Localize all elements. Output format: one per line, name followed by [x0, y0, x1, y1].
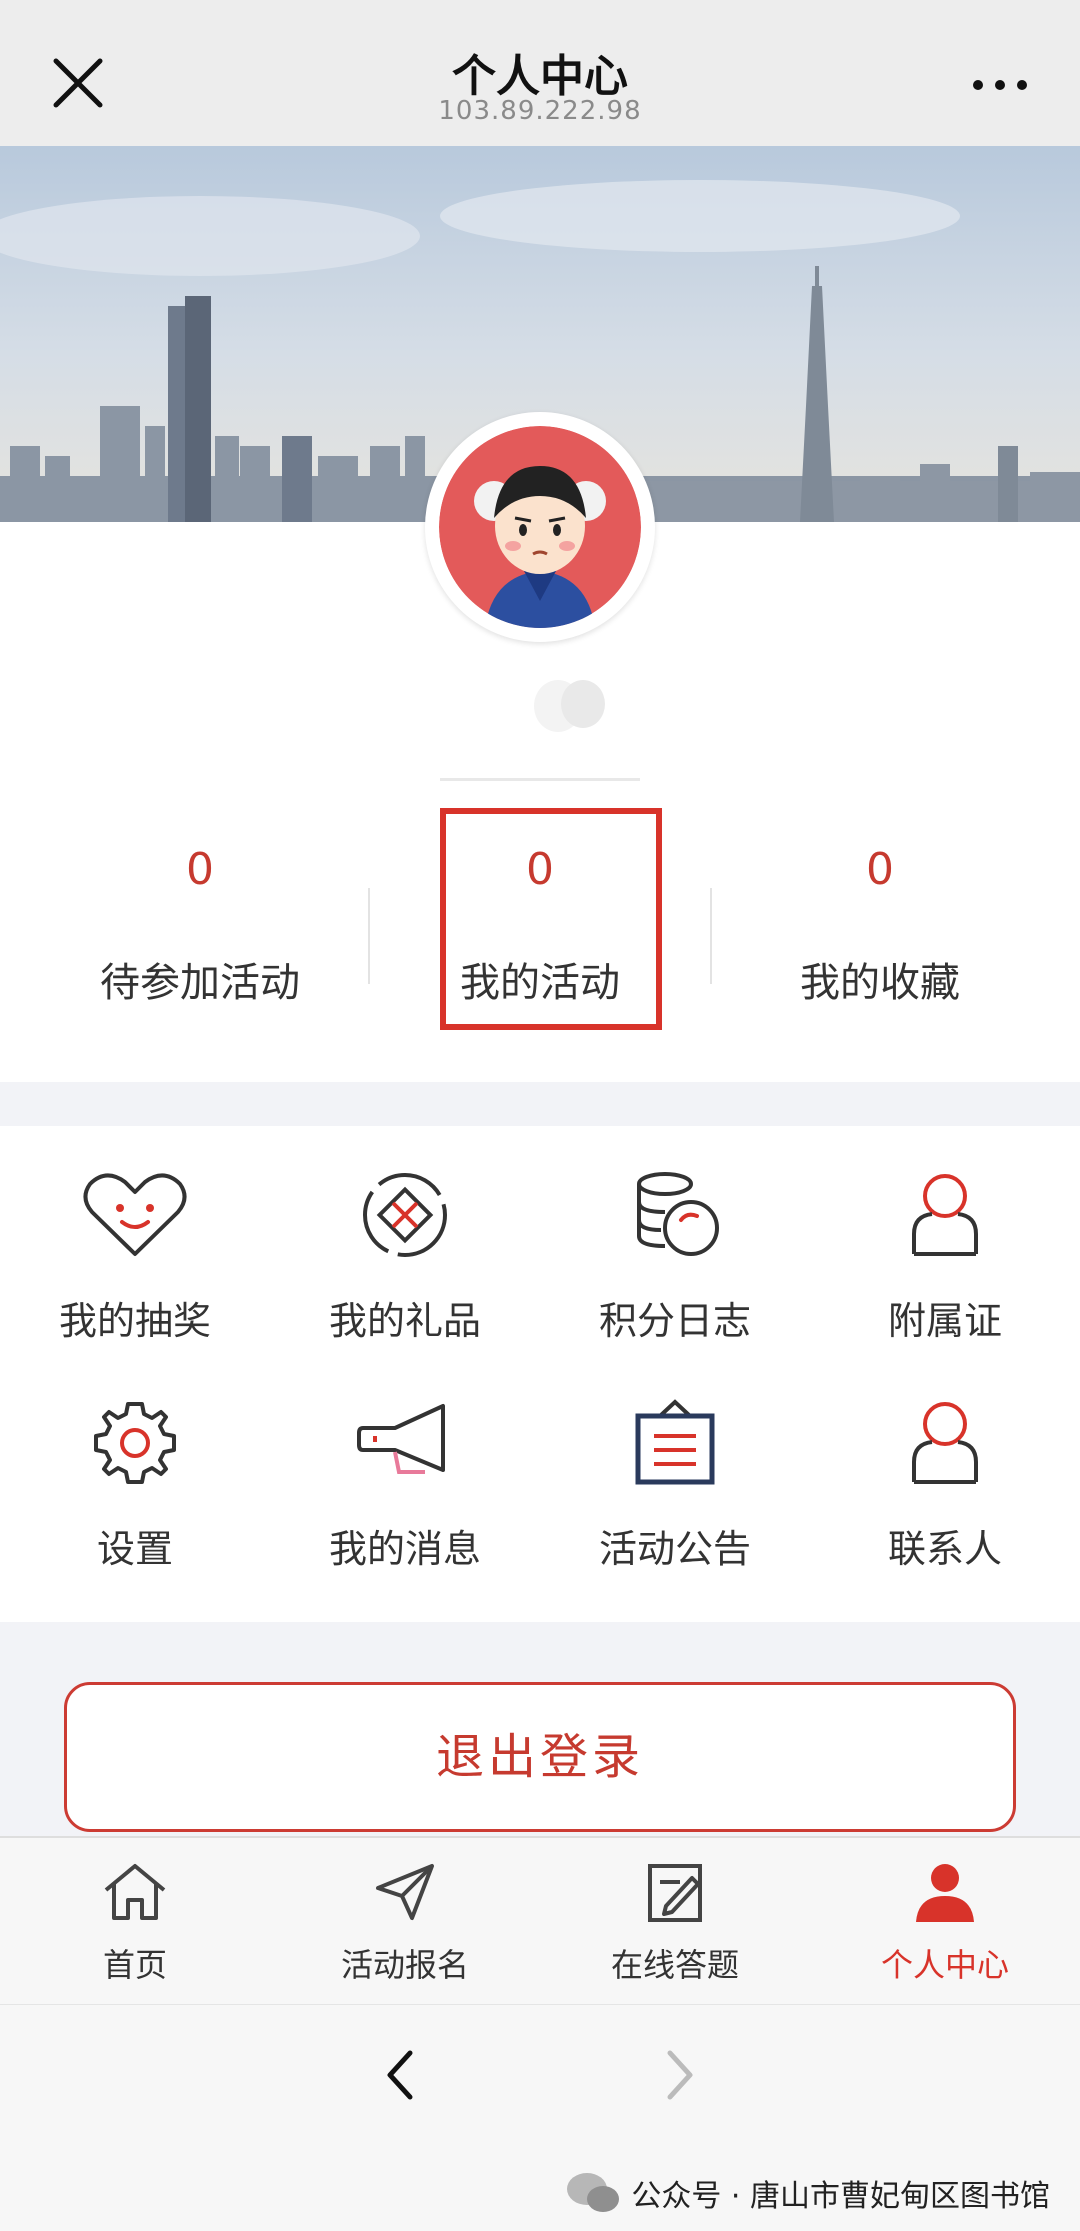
grid-item-label: 我的抽奖 — [58, 1299, 211, 1343]
grid-item-label: 积分日志 — [598, 1299, 751, 1343]
tab-personal-center[interactable]: 个人中心 — [810, 1860, 1080, 1986]
stat-divider — [368, 888, 370, 984]
grid-item-affiliated-card[interactable]: 附属证 — [810, 1170, 1080, 1345]
edit-icon — [648, 1864, 702, 1922]
gear-icon — [94, 1402, 176, 1484]
forward-arrow-icon[interactable] — [660, 2045, 700, 2105]
bottom-tab-bar: 首页 活动报名 在线答题 个人中心 — [0, 1836, 1080, 2004]
grid-item-label: 我的消息 — [328, 1527, 481, 1571]
heart-smile-icon — [83, 1173, 187, 1256]
tab-label: 个人中心 — [880, 1946, 1009, 1984]
browser-nav-bar: 公众号 · 唐山市曹妃甸区图书馆 — [0, 2004, 1080, 2231]
stat-label: 待参加活动 — [100, 960, 300, 1006]
stat-divider — [710, 888, 712, 984]
contact-icon — [912, 1402, 978, 1484]
wechat-icon — [567, 2173, 620, 2212]
grid-item-messages[interactable]: 我的消息 — [270, 1398, 540, 1573]
megaphone-icon — [357, 1404, 445, 1474]
back-arrow-icon[interactable] — [380, 2045, 420, 2105]
grid-item-label: 设置 — [96, 1527, 173, 1571]
grid-item-announcements[interactable]: 活动公告 — [540, 1398, 810, 1573]
logout-button[interactable]: 退出登录 — [64, 1682, 1016, 1832]
grid-item-points-log[interactable]: 积分日志 — [540, 1170, 810, 1345]
highlight-box — [440, 808, 662, 1030]
tab-activity-signup[interactable]: 活动报名 — [270, 1860, 540, 1986]
user-icon — [916, 1864, 974, 1922]
page-subtitle: 103.89.222.98 — [438, 96, 642, 126]
username-placeholder — [534, 680, 605, 732]
feature-grid: 我的抽奖 我的礼品 积分日志 附属证 设置 我的消息 活动公告 联系人 — [0, 1126, 1080, 1622]
tab-label: 首页 — [102, 1946, 167, 1984]
watermark-text: 公众号 · 唐山市曹妃甸区图书馆 — [631, 2179, 1050, 2214]
coins-icon — [637, 1172, 719, 1256]
grid-item-lottery[interactable]: 我的抽奖 — [0, 1170, 270, 1345]
grid-item-label: 我的礼品 — [328, 1299, 481, 1343]
home-icon — [104, 1864, 166, 1920]
stat-label: 我的收藏 — [800, 960, 960, 1006]
tab-home[interactable]: 首页 — [0, 1860, 270, 1986]
person-icon — [912, 1174, 978, 1256]
stat-value: 0 — [186, 844, 214, 895]
page-title: 个人中心 — [452, 51, 628, 102]
avatar[interactable] — [425, 412, 655, 642]
grid-item-label: 联系人 — [887, 1527, 1002, 1571]
tab-label: 在线答题 — [610, 1946, 739, 1984]
username-underline — [440, 778, 640, 781]
grid-item-label: 活动公告 — [598, 1527, 751, 1571]
grid-item-label: 附属证 — [887, 1299, 1002, 1343]
tab-online-quiz[interactable]: 在线答题 — [540, 1860, 810, 1986]
more-icon[interactable] — [970, 70, 1030, 100]
gift-icon — [363, 1173, 447, 1257]
grid-item-settings[interactable]: 设置 — [0, 1398, 270, 1573]
notice-board-icon — [635, 1399, 715, 1485]
stat-my-favorites[interactable]: 0 我的收藏 — [760, 840, 1000, 1008]
grid-item-contacts[interactable]: 联系人 — [810, 1398, 1080, 1573]
grid-item-gifts[interactable]: 我的礼品 — [270, 1170, 540, 1345]
stat-pending-activities[interactable]: 0 待参加活动 — [80, 840, 320, 1008]
watermark: 公众号 · 唐山市曹妃甸区图书馆 — [565, 2171, 1050, 2215]
tab-label: 活动报名 — [340, 1946, 469, 1984]
top-bar: 个人中心 103.89.222.98 — [0, 0, 1080, 146]
send-icon — [376, 1864, 434, 1920]
stat-value: 0 — [866, 844, 894, 895]
